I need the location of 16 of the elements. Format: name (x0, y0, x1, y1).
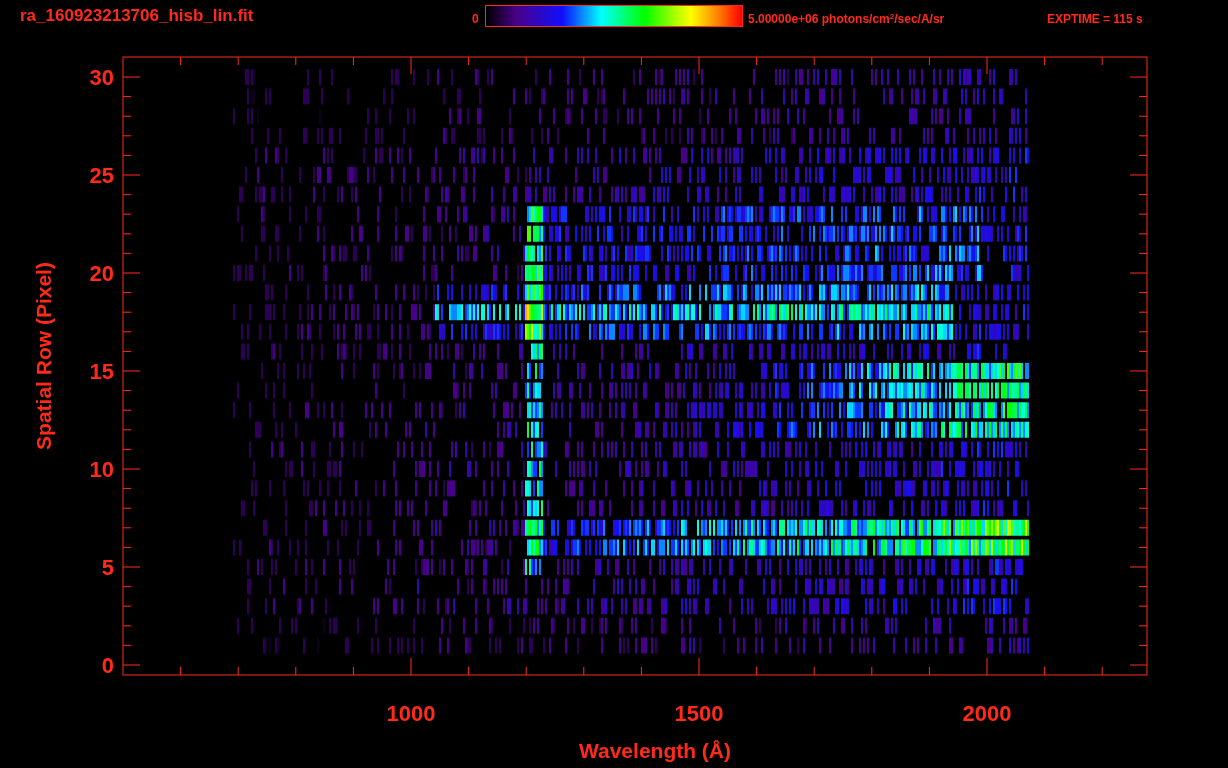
x-tick-label: 1500 (674, 701, 724, 726)
y-tick-label: 5 (101, 555, 114, 580)
exposure-time-label: EXPTIME = 115 s (1047, 11, 1143, 28)
x-axis-title: Wavelength (Å) (578, 739, 732, 762)
x-tick-label: 2000 (962, 701, 1012, 726)
y-tick-label: 30 (89, 65, 114, 90)
y-tick-label: 25 (89, 163, 114, 188)
file-title: ra_160923213706_hisb_lin.fit (20, 5, 254, 27)
x-tick-label: 1000 (386, 701, 436, 726)
y-tick-label: 15 (89, 359, 114, 384)
y-axis-title: Spatial Row (Pixel) (32, 262, 55, 450)
y-tick-label: 20 (89, 261, 114, 286)
y-tick-label: 10 (89, 457, 114, 482)
colorbar-min-label: 0 (472, 11, 479, 28)
y-tick-label: 0 (101, 653, 114, 678)
colorbar-max-label: 5.00000e+06 photons/cm$^{2}$/sec/A/sr (748, 11, 945, 28)
